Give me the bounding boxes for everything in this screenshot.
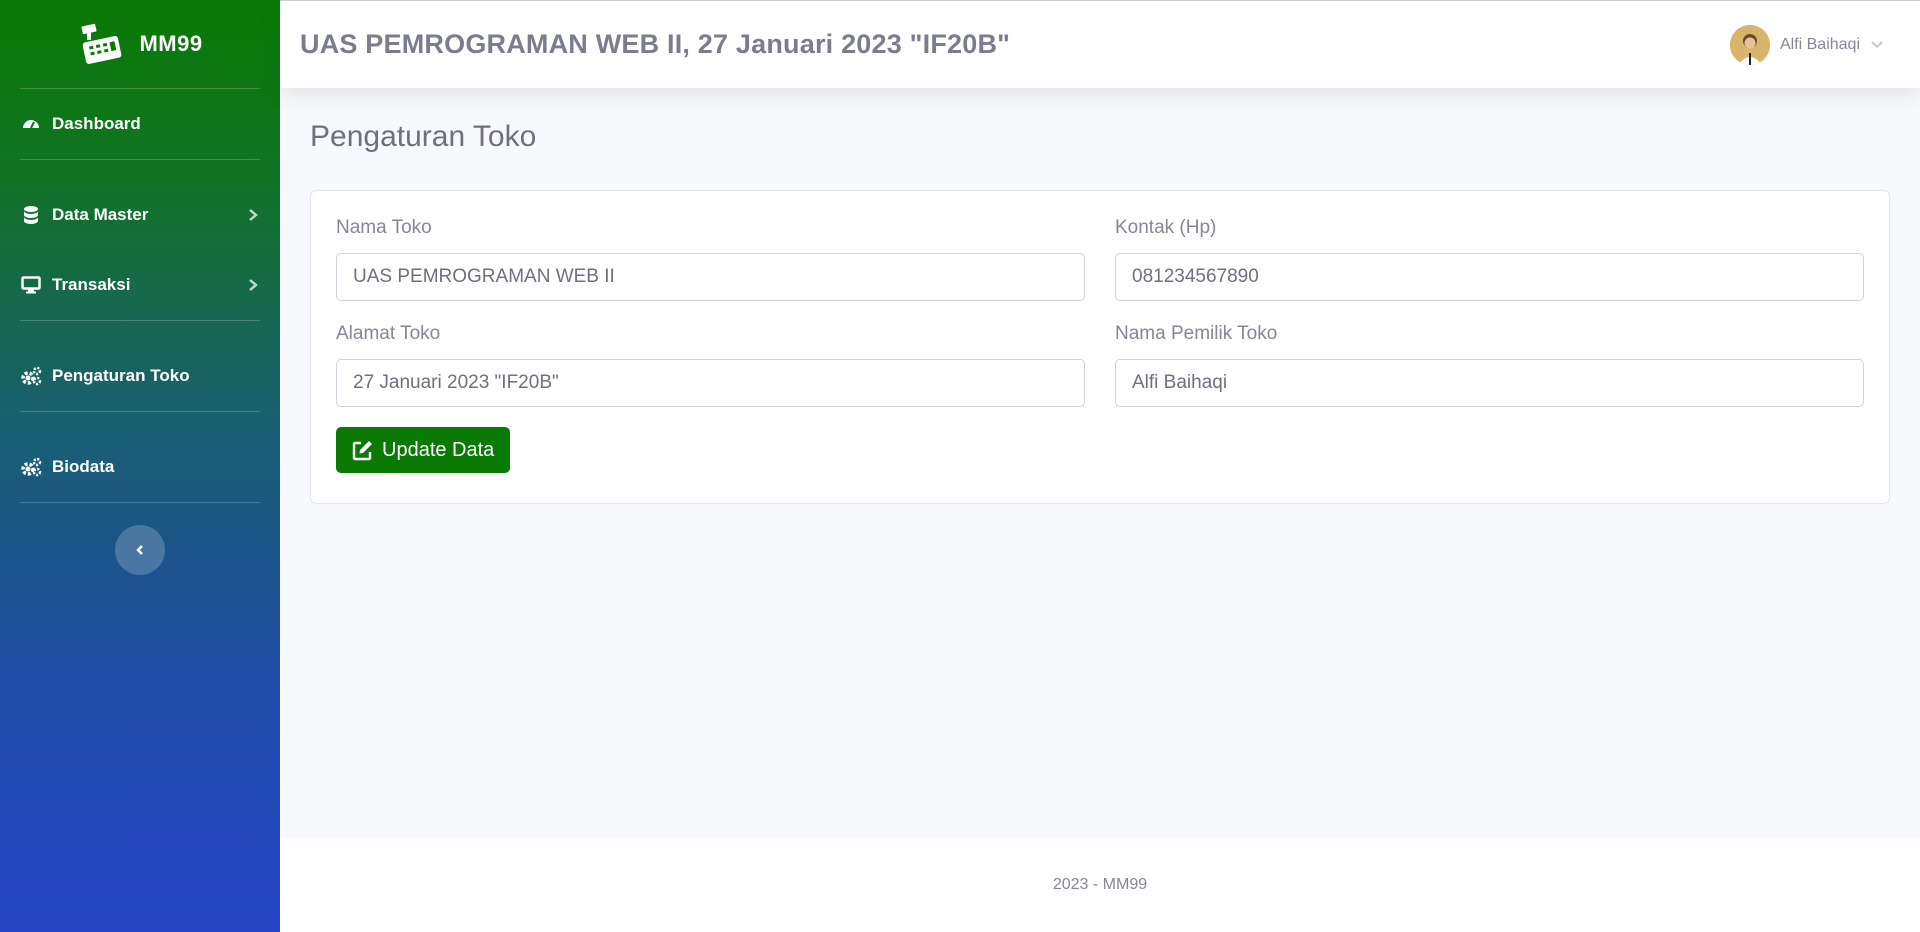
sidebar-item-pengaturan-toko[interactable]: Pengaturan Toko — [0, 341, 280, 411]
brand-name: MM99 — [139, 31, 203, 56]
kontak-input[interactable] — [1115, 253, 1864, 301]
sidebar-toggle-button[interactable] — [115, 525, 165, 575]
sidebar-item-label: Biodata — [52, 457, 115, 476]
footer-copyright: 2023 - MM99 — [1052, 876, 1148, 893]
alamat-toko-input[interactable] — [336, 359, 1085, 407]
nama-toko-input[interactable] — [336, 253, 1085, 301]
footer: 2023 - MM99 — [280, 838, 1920, 932]
nama-toko-label: Nama Toko — [336, 217, 432, 238]
edit-icon — [352, 441, 372, 461]
sidebar: MM99 Dashboard Data Master Transaksi Pen… — [0, 0, 280, 932]
sidebar-item-label: Transaksi — [52, 275, 131, 294]
cogs-icon — [20, 365, 42, 387]
main-content: Pengaturan Toko Nama Toko Kontak (Hp) Al… — [280, 88, 1920, 838]
desktop-icon — [20, 274, 42, 296]
nama-pemilik-input[interactable] — [1115, 359, 1864, 407]
user-dropdown[interactable]: Alfi Baihaqi — [1729, 24, 1900, 65]
sidebar-divider — [20, 502, 260, 503]
chevron-right-icon — [249, 209, 258, 221]
update-data-button[interactable]: Update Data — [336, 427, 511, 473]
chevron-left-icon — [136, 545, 143, 555]
avatar — [1729, 24, 1770, 65]
kontak-label: Kontak (Hp) — [1115, 217, 1217, 238]
nama-pemilik-label: Nama Pemilik Toko — [1115, 323, 1278, 344]
sidebar-item-label: Pengaturan Toko — [52, 366, 190, 385]
alamat-toko-label: Alamat Toko — [336, 323, 441, 344]
sidebar-item-data-master[interactable]: Data Master — [0, 180, 280, 250]
page-title: Pengaturan Toko — [310, 120, 537, 153]
user-name: Alfi Baihaqi — [1779, 35, 1860, 53]
database-icon — [20, 204, 42, 226]
update-data-label: Update Data — [382, 438, 495, 461]
sidebar-item-label: Dashboard — [52, 114, 141, 133]
sidebar-item-biodata[interactable]: Biodata — [0, 432, 280, 502]
topbar-title: UAS PEMROGRAMAN WEB II, 27 Januari 2023 … — [300, 29, 1011, 59]
chevron-right-icon — [249, 279, 258, 291]
brand[interactable]: MM99 — [0, 0, 280, 88]
sidebar-item-transaksi[interactable]: Transaksi — [0, 250, 280, 320]
cash-register-icon — [77, 20, 125, 68]
sidebar-item-label: Data Master — [52, 205, 149, 224]
cogs-icon — [20, 456, 42, 478]
settings-card: Nama Toko Kontak (Hp) Alamat Toko Nama P… — [310, 190, 1890, 504]
chevron-down-icon — [1871, 40, 1883, 48]
topbar: UAS PEMROGRAMAN WEB II, 27 Januari 2023 … — [280, 0, 1920, 88]
sidebar-item-dashboard[interactable]: Dashboard — [0, 89, 280, 159]
tachometer-icon — [20, 113, 42, 135]
